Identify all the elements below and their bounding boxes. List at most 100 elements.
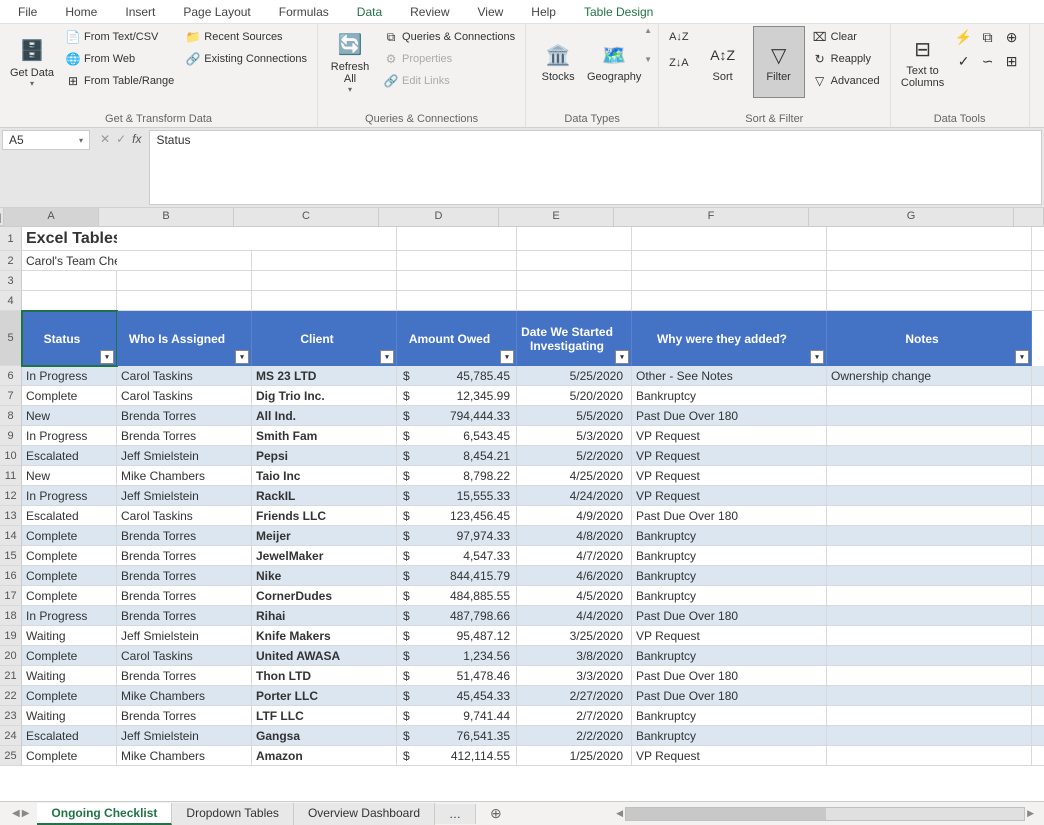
who-cell[interactable]: Mike Chambers: [117, 466, 252, 486]
client-cell[interactable]: Friends LLC: [252, 506, 397, 526]
cell[interactable]: [1032, 406, 1044, 426]
why-cell[interactable]: Past Due Over 180: [632, 666, 827, 686]
relationships-icon[interactable]: ∽: [977, 50, 999, 72]
queries-connections-button[interactable]: ⧉Queries & Connections: [380, 26, 519, 48]
client-cell[interactable]: JewelMaker: [252, 546, 397, 566]
sheet-tab-dropdown-tables[interactable]: Dropdown Tables: [172, 803, 294, 825]
row-header[interactable]: 14: [0, 526, 22, 546]
cell[interactable]: [1032, 506, 1044, 526]
cell[interactable]: [1032, 227, 1044, 251]
filter-dropdown-icon[interactable]: ▾: [1015, 350, 1029, 364]
geography-button[interactable]: 🗺️ Geography: [588, 26, 640, 98]
status-cell[interactable]: Complete: [22, 686, 117, 706]
row-header[interactable]: 15: [0, 546, 22, 566]
existing-connections-button[interactable]: 🔗Existing Connections: [182, 48, 311, 70]
row-header[interactable]: 12: [0, 486, 22, 506]
data-validation-icon[interactable]: ✓: [953, 50, 975, 72]
why-cell[interactable]: VP Request: [632, 486, 827, 506]
date-cell[interactable]: 2/27/2020: [517, 686, 632, 706]
cell[interactable]: [517, 251, 632, 271]
amount-cell[interactable]: $95,487.12: [397, 626, 517, 646]
row-header[interactable]: 20: [0, 646, 22, 666]
date-cell[interactable]: 3/25/2020: [517, 626, 632, 646]
amount-cell[interactable]: $844,415.79: [397, 566, 517, 586]
table-header-amount-owed[interactable]: Amount Owed▾: [397, 311, 517, 366]
cell[interactable]: [117, 251, 252, 271]
amount-cell[interactable]: $487,798.66: [397, 606, 517, 626]
cell[interactable]: [827, 291, 1032, 311]
cell[interactable]: [22, 291, 117, 311]
notes-cell[interactable]: [827, 526, 1032, 546]
status-cell[interactable]: Complete: [22, 746, 117, 766]
scroll-thumb[interactable]: [626, 808, 826, 820]
amount-cell[interactable]: $45,785.45: [397, 366, 517, 386]
status-cell[interactable]: Complete: [22, 526, 117, 546]
from-text-csv-button[interactable]: 📄From Text/CSV: [62, 26, 178, 48]
cell[interactable]: [1032, 706, 1044, 726]
status-cell[interactable]: In Progress: [22, 606, 117, 626]
cell[interactable]: [252, 271, 397, 291]
amount-cell[interactable]: $76,541.35: [397, 726, 517, 746]
date-cell[interactable]: 4/24/2020: [517, 486, 632, 506]
cell[interactable]: [1032, 386, 1044, 406]
col-header-B[interactable]: B: [99, 208, 234, 226]
client-cell[interactable]: Meijer: [252, 526, 397, 546]
cell[interactable]: [1032, 546, 1044, 566]
who-cell[interactable]: Carol Taskins: [117, 386, 252, 406]
menu-review[interactable]: Review: [396, 1, 463, 23]
row-header[interactable]: 23: [0, 706, 22, 726]
client-cell[interactable]: Rihai: [252, 606, 397, 626]
cell[interactable]: [252, 227, 397, 251]
cell[interactable]: [22, 271, 117, 291]
who-cell[interactable]: Carol Taskins: [117, 506, 252, 526]
amount-cell[interactable]: $1,234.56: [397, 646, 517, 666]
refresh-all-button[interactable]: 🔄 Refresh All ▾: [324, 26, 376, 98]
menu-view[interactable]: View: [464, 1, 518, 23]
date-cell[interactable]: 5/5/2020: [517, 406, 632, 426]
notes-cell[interactable]: [827, 586, 1032, 606]
cell[interactable]: [1032, 271, 1044, 291]
filter-dropdown-icon[interactable]: ▾: [500, 350, 514, 364]
cell[interactable]: [117, 271, 252, 291]
why-cell[interactable]: Past Due Over 180: [632, 606, 827, 626]
date-cell[interactable]: 2/7/2020: [517, 706, 632, 726]
why-cell[interactable]: Bankruptcy: [632, 566, 827, 586]
client-cell[interactable]: Dig Trio Inc.: [252, 386, 397, 406]
cancel-icon[interactable]: ✕: [100, 132, 110, 146]
client-cell[interactable]: Thon LTD: [252, 666, 397, 686]
amount-cell[interactable]: $794,444.33: [397, 406, 517, 426]
h-scrollbar[interactable]: [625, 807, 1025, 821]
status-cell[interactable]: Waiting: [22, 626, 117, 646]
sheet-tab-ongoing-checklist[interactable]: Ongoing Checklist: [37, 803, 172, 825]
client-cell[interactable]: RackIL: [252, 486, 397, 506]
cell[interactable]: [632, 291, 827, 311]
table-header-date-we-started-investigating[interactable]: Date We Started Investigating▾: [517, 311, 632, 366]
status-cell[interactable]: Complete: [22, 566, 117, 586]
who-cell[interactable]: Brenda Torres: [117, 526, 252, 546]
status-cell[interactable]: Escalated: [22, 446, 117, 466]
client-cell[interactable]: Taio Inc: [252, 466, 397, 486]
row-header[interactable]: 19: [0, 626, 22, 646]
why-cell[interactable]: Bankruptcy: [632, 546, 827, 566]
menu-formulas[interactable]: Formulas: [265, 1, 343, 23]
amount-cell[interactable]: $6,543.45: [397, 426, 517, 446]
row-header[interactable]: 22: [0, 686, 22, 706]
menu-data[interactable]: Data: [343, 1, 396, 23]
client-cell[interactable]: United AWASA: [252, 646, 397, 666]
col-header-G[interactable]: G: [809, 208, 1014, 226]
col-header-D[interactable]: D: [379, 208, 499, 226]
row-header[interactable]: 9: [0, 426, 22, 446]
cell[interactable]: [1032, 486, 1044, 506]
why-cell[interactable]: VP Request: [632, 626, 827, 646]
status-cell[interactable]: Waiting: [22, 666, 117, 686]
amount-cell[interactable]: $4,547.33: [397, 546, 517, 566]
recent-sources-button[interactable]: 📁Recent Sources: [182, 26, 311, 48]
notes-cell[interactable]: [827, 386, 1032, 406]
cell[interactable]: [1032, 426, 1044, 446]
cell[interactable]: [397, 291, 517, 311]
cell[interactable]: [827, 251, 1032, 271]
date-cell[interactable]: 5/2/2020: [517, 446, 632, 466]
status-cell[interactable]: Waiting: [22, 706, 117, 726]
status-cell[interactable]: In Progress: [22, 366, 117, 386]
status-cell[interactable]: Complete: [22, 646, 117, 666]
